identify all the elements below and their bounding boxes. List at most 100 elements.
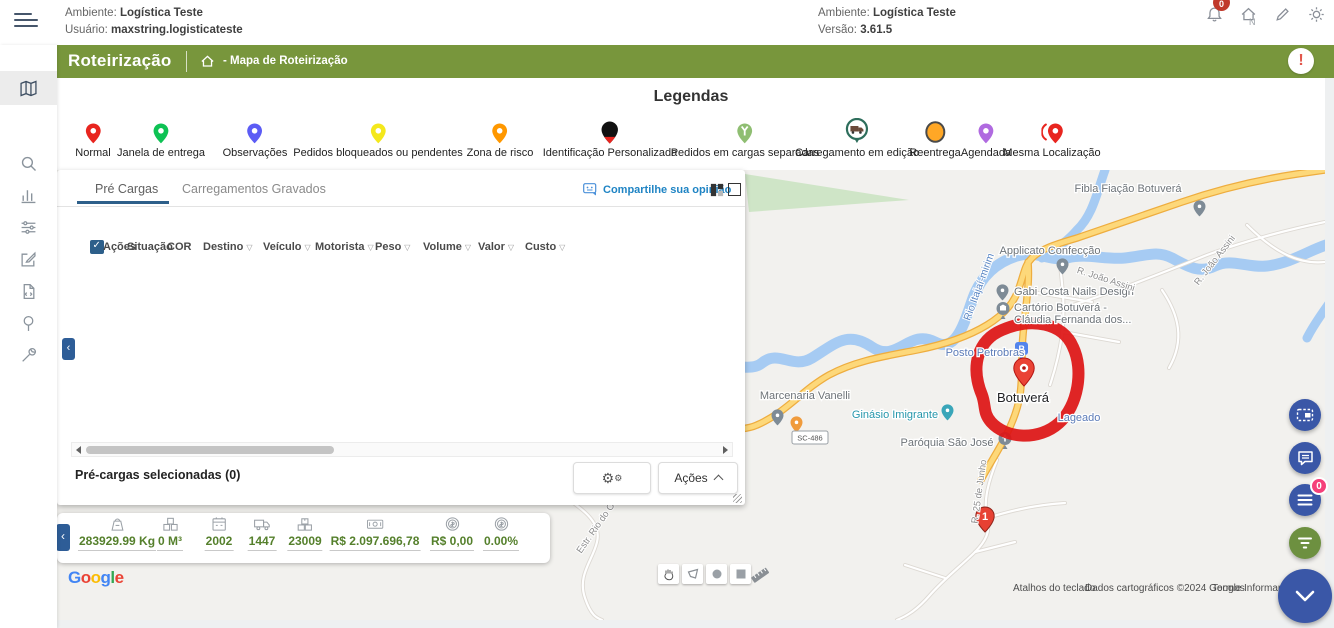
scroll-left-arrow[interactable] [76, 446, 81, 454]
column-peso[interactable]: Peso▽ [375, 241, 410, 253]
list-icon [1297, 493, 1313, 507]
polygon-tool-button[interactable] [682, 564, 703, 584]
usuario-label: Usuário: [65, 24, 108, 36]
legend-item-reentrega: Reentrega [909, 118, 960, 159]
legend-item-normal: Normal [75, 118, 110, 159]
roteirizacao-app: Ambiente: Logística Teste Usuário: maxst… [0, 0, 1334, 628]
selected-count-label: Pré-cargas selecionadas (0) [75, 468, 240, 482]
versao-label: Versão: [818, 24, 857, 36]
filter-icon[interactable]: ▽ [404, 243, 410, 252]
map-label: Marcenaria Vanelli [760, 390, 850, 402]
map-label: Fibla Fiação Botuverá [1075, 183, 1183, 195]
calendar-icon [210, 516, 227, 532]
column-destino[interactable]: Destino▽ [203, 241, 253, 253]
filter-icon[interactable]: ▽ [559, 243, 565, 252]
filter-icon[interactable]: ▽ [508, 243, 514, 252]
page-title: Roteirização [68, 51, 172, 71]
stat-weight: 283929.99 Kg [78, 516, 156, 551]
legend-item-observacoes: Observações [223, 118, 288, 159]
sidebar-item-reports[interactable] [0, 179, 57, 211]
ambiente2-value: Logística Teste [873, 7, 956, 19]
breadcrumb-home-icon[interactable] [200, 54, 215, 69]
filter-fab[interactable] [1289, 527, 1321, 559]
circle-reentrega-icon [923, 120, 947, 144]
chevron-down-icon [1294, 589, 1316, 603]
list-fab-badge: 0 [1310, 477, 1328, 495]
sidebar-item-tools[interactable] [0, 339, 57, 371]
filter-icon[interactable]: ▽ [368, 243, 374, 252]
breadcrumb: - Mapa de Roteirização [223, 55, 348, 67]
scroll-right-arrow[interactable] [723, 446, 728, 454]
stat-volume: 0 M³ [157, 516, 183, 551]
chat-icon [1297, 450, 1314, 466]
column-veiculo[interactable]: Veículo▽ [263, 241, 311, 253]
circle-tool-button[interactable] [706, 564, 727, 584]
acoes-button[interactable]: Ações [658, 462, 738, 494]
legend-item-identificacao: Identificação Personalizada [543, 118, 678, 159]
route-stop-number: 1 [982, 511, 988, 523]
version-info: Ambiente: Logística Teste Versão: 3.61.5 [818, 5, 956, 39]
pin-normal-icon [85, 123, 101, 144]
filter-icon[interactable]: ▽ [465, 243, 471, 252]
stat-total-value: R$ 2.097.696,78 [330, 516, 421, 551]
column-volume[interactable]: Volume▽ [423, 241, 471, 253]
keyboard-shortcuts-link[interactable]: Atalhos do teclado [1013, 583, 1095, 594]
alert-button[interactable]: ! [1288, 48, 1314, 74]
map-drawing-tools [658, 564, 751, 584]
collapse-panel-fab[interactable] [1278, 569, 1332, 623]
column-valor[interactable]: Valor▽ [478, 241, 514, 253]
pencil-icon[interactable] [1274, 6, 1291, 23]
column-cor[interactable]: COR [167, 241, 191, 253]
stat-percent: 0.00% [483, 516, 519, 551]
coin-icon [444, 516, 461, 532]
column-motorista[interactable]: Motorista▽ [315, 241, 374, 253]
sidebar-item-search[interactable] [0, 147, 57, 179]
totals-collapse-button[interactable]: ‹ [56, 524, 70, 551]
filter-icon[interactable]: ▽ [246, 243, 252, 252]
panel-divider [57, 206, 745, 207]
nav-divider [186, 51, 187, 72]
scrollbar-thumb[interactable] [86, 446, 334, 454]
pin-observacoes-icon [247, 123, 263, 144]
coin-icon [493, 516, 510, 532]
horizontal-scrollbar[interactable] [71, 442, 733, 457]
route-map-icon [1296, 407, 1314, 423]
usuario-value: maxstring.logisticateste [111, 24, 243, 36]
expand-icon[interactable] [728, 183, 741, 196]
sidebar-item-filters[interactable] [0, 211, 57, 243]
tab-pre-cargas[interactable]: Pré Cargas [95, 182, 158, 196]
sidebar-item-edit[interactable] [0, 243, 57, 275]
module-nav-bar: Roteirização - Mapa de Roteirização ! [57, 45, 1334, 78]
truck-icon [253, 516, 270, 532]
ambiente-value: Logística Teste [120, 7, 203, 19]
column-situacao[interactable]: Situação [127, 241, 173, 253]
ruler-tool-button[interactable] [748, 564, 772, 586]
legend-item-carregamento-edicao: Carregamento em edição [795, 118, 919, 159]
hamburger-menu-icon[interactable] [14, 13, 38, 31]
map-label: Cláudia Fernanda dos... [1014, 314, 1131, 326]
sidebar-item-map[interactable] [0, 71, 57, 105]
terms-link[interactable]: Termos [1212, 583, 1245, 594]
route-map-fab[interactable] [1289, 399, 1321, 431]
select-all-checkbox[interactable] [90, 240, 104, 254]
column-custo[interactable]: Custo▽ [525, 241, 565, 253]
pin-identificacao-icon [601, 121, 619, 144]
filter-icon[interactable]: ▽ [305, 243, 311, 252]
chat-fab[interactable] [1289, 442, 1321, 474]
pin-zona-risco-icon [492, 123, 508, 144]
active-tab-indicator [77, 201, 169, 204]
grid-view-icon[interactable] [710, 183, 724, 202]
gear-icon[interactable] [1308, 6, 1325, 23]
pin-carregamento-icon [845, 118, 869, 144]
panel-collapse-button[interactable]: ‹ [62, 338, 75, 360]
settings-button[interactable]: ⚙⚙ [573, 462, 651, 494]
pre-cargas-panel: Pré Cargas Carregamentos Gravados Compar… [57, 170, 745, 505]
sidebar-item-pin[interactable] [0, 307, 57, 339]
panel-resize-handle[interactable] [733, 494, 742, 503]
legend-item-zona-risco: Zona de risco [467, 118, 534, 159]
banknote-icon [367, 516, 384, 532]
tab-carregamentos-gravados[interactable]: Carregamentos Gravados [182, 182, 326, 196]
pan-tool-button[interactable] [658, 564, 679, 584]
ambiente-label: Ambiente: [65, 7, 117, 19]
sidebar-item-document[interactable] [0, 275, 57, 307]
